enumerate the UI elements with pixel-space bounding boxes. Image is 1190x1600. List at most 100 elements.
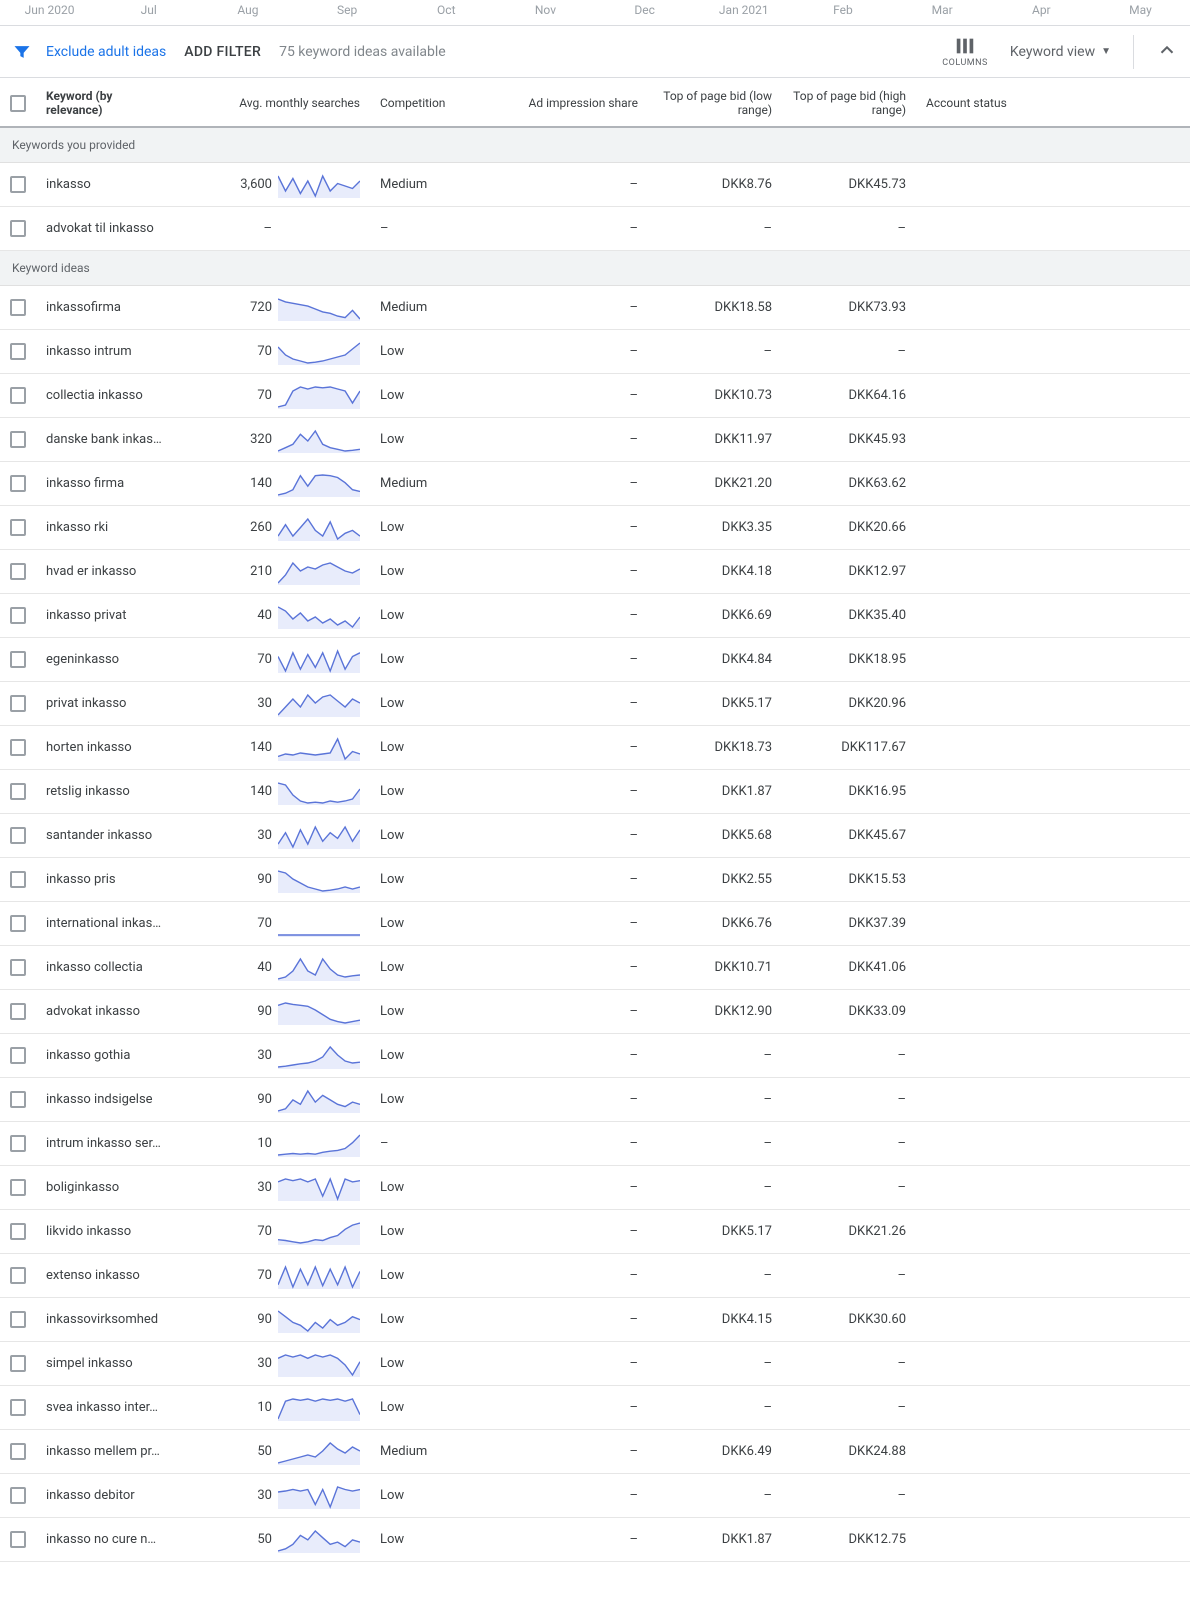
row-checkbox[interactable]: [10, 1355, 26, 1372]
col-impr-share[interactable]: Ad impression share: [508, 78, 648, 126]
columns-button[interactable]: COLUMNS: [942, 35, 988, 68]
table-row[interactable]: advokat til inkasso–––––: [0, 207, 1190, 251]
table-row[interactable]: extenso inkasso70Low–––: [0, 1254, 1190, 1298]
col-bid-high[interactable]: Top of page bid (high range): [782, 78, 916, 126]
row-checkbox[interactable]: [10, 1487, 26, 1504]
row-checkbox[interactable]: [10, 607, 26, 624]
table-row[interactable]: inkassovirksomhed90Low–DKK4.15DKK30.60: [0, 1298, 1190, 1342]
col-account-status[interactable]: Account status: [916, 78, 1190, 126]
competition-cell: Medium: [370, 476, 508, 491]
row-checkbox[interactable]: [10, 475, 26, 492]
row-checkbox[interactable]: [10, 1399, 26, 1416]
impr-cell: –: [508, 1004, 648, 1019]
searches-cell: 210: [176, 559, 370, 585]
table-row[interactable]: santander inkasso30Low–DKK5.68DKK45.67: [0, 814, 1190, 858]
table-row[interactable]: collectia inkasso70Low–DKK10.73DKK64.16: [0, 374, 1190, 418]
col-competition[interactable]: Competition: [370, 78, 508, 126]
exclude-adult-link[interactable]: Exclude adult ideas: [46, 44, 166, 60]
row-checkbox[interactable]: [10, 1443, 26, 1460]
table-row[interactable]: privat inkasso30Low–DKK5.17DKK20.96: [0, 682, 1190, 726]
sparkline: [278, 1175, 360, 1201]
bid-high-cell: DKK37.39: [782, 916, 916, 931]
keyword-cell: inkasso privat: [36, 608, 176, 623]
row-checkbox[interactable]: [10, 1091, 26, 1108]
table-row[interactable]: simpel inkasso30Low–––: [0, 1342, 1190, 1386]
table-row[interactable]: inkasso privat40Low–DKK6.69DKK35.40: [0, 594, 1190, 638]
row-checkbox[interactable]: [10, 299, 26, 316]
impr-cell: –: [508, 388, 648, 403]
keyword-cell: extenso inkasso: [36, 1268, 176, 1283]
row-checkbox[interactable]: [10, 220, 26, 237]
table-row[interactable]: international inkas…70Low–DKK6.76DKK37.3…: [0, 902, 1190, 946]
table-row[interactable]: inkasso firma140Medium–DKK21.20DKK63.62: [0, 462, 1190, 506]
row-checkbox[interactable]: [10, 871, 26, 888]
searches-cell: 70: [176, 339, 370, 365]
bid-high-cell: DKK45.73: [782, 177, 916, 192]
keyword-cell: simpel inkasso: [36, 1356, 176, 1371]
row-checkbox[interactable]: [10, 519, 26, 536]
row-checkbox[interactable]: [10, 783, 26, 800]
table-row[interactable]: inkasso gothia30Low–––: [0, 1034, 1190, 1078]
table-row[interactable]: inkasso3,600Medium–DKK8.76DKK45.73: [0, 163, 1190, 207]
competition-cell: Low: [370, 740, 508, 755]
table-row[interactable]: inkasso rki260Low–DKK3.35DKK20.66: [0, 506, 1190, 550]
competition-cell: Low: [370, 1224, 508, 1239]
row-checkbox[interactable]: [10, 827, 26, 844]
add-filter-button[interactable]: ADD FILTER: [184, 44, 261, 60]
table-row[interactable]: danske bank inkas…320Low–DKK11.97DKK45.9…: [0, 418, 1190, 462]
table-row[interactable]: inkasso pris90Low–DKK2.55DKK15.53: [0, 858, 1190, 902]
row-checkbox[interactable]: [10, 695, 26, 712]
keyword-view-dropdown[interactable]: Keyword view ▼: [1010, 44, 1111, 60]
row-checkbox[interactable]: [10, 431, 26, 448]
row-checkbox[interactable]: [10, 387, 26, 404]
row-checkbox[interactable]: [10, 1311, 26, 1328]
searches-cell: –: [176, 216, 370, 242]
row-checkbox[interactable]: [10, 739, 26, 756]
row-checkbox[interactable]: [10, 1179, 26, 1196]
competition-cell: Medium: [370, 177, 508, 192]
filter-icon[interactable]: [12, 42, 32, 62]
table-row[interactable]: inkasso mellem pr…50Medium–DKK6.49DKK24.…: [0, 1430, 1190, 1474]
table-row[interactable]: intrum inkasso ser…10––––: [0, 1122, 1190, 1166]
row-checkbox[interactable]: [10, 343, 26, 360]
searches-cell: 320: [176, 427, 370, 453]
competition-cell: Medium: [370, 300, 508, 315]
table-row[interactable]: inkassofirma720Medium–DKK18.58DKK73.93: [0, 286, 1190, 330]
bid-low-cell: –: [648, 1092, 782, 1107]
row-checkbox[interactable]: [10, 1223, 26, 1240]
table-row[interactable]: svea inkasso inter…10Low–––: [0, 1386, 1190, 1430]
table-row[interactable]: inkasso collectia40Low–DKK10.71DKK41.06: [0, 946, 1190, 990]
table-row[interactable]: inkasso indsigelse90Low–––: [0, 1078, 1190, 1122]
collapse-button[interactable]: [1156, 39, 1178, 65]
row-checkbox[interactable]: [10, 176, 26, 193]
row-checkbox[interactable]: [10, 1047, 26, 1064]
row-checkbox[interactable]: [10, 1267, 26, 1284]
searches-cell: 90: [176, 999, 370, 1025]
table-row[interactable]: horten inkasso140Low–DKK18.73DKK117.67: [0, 726, 1190, 770]
table-row[interactable]: inkasso no cure n…50Low–DKK1.87DKK12.75: [0, 1518, 1190, 1562]
table-row[interactable]: likvido inkasso70Low–DKK5.17DKK21.26: [0, 1210, 1190, 1254]
row-checkbox[interactable]: [10, 959, 26, 976]
bid-high-cell: DKK64.16: [782, 388, 916, 403]
table-row[interactable]: inkasso intrum70Low–––: [0, 330, 1190, 374]
table-row[interactable]: inkasso debitor30Low–––: [0, 1474, 1190, 1518]
row-checkbox[interactable]: [10, 1003, 26, 1020]
table-row[interactable]: retslig inkasso140Low–DKK1.87DKK16.95: [0, 770, 1190, 814]
competition-cell: Low: [370, 1092, 508, 1107]
table-row[interactable]: hvad er inkasso210Low–DKK4.18DKK12.97: [0, 550, 1190, 594]
row-checkbox[interactable]: [10, 915, 26, 932]
impr-cell: –: [508, 476, 648, 491]
bid-high-cell: DKK21.26: [782, 1224, 916, 1239]
row-checkbox[interactable]: [10, 1531, 26, 1548]
col-keyword[interactable]: Keyword (by relevance): [36, 78, 176, 126]
impr-cell: –: [508, 1400, 648, 1415]
table-row[interactable]: egeninkasso70Low–DKK4.84DKK18.95: [0, 638, 1190, 682]
row-checkbox[interactable]: [10, 563, 26, 580]
col-searches[interactable]: Avg. monthly searches: [176, 78, 370, 126]
table-row[interactable]: advokat inkasso90Low–DKK12.90DKK33.09: [0, 990, 1190, 1034]
row-checkbox[interactable]: [10, 651, 26, 668]
select-all-checkbox[interactable]: [10, 95, 26, 112]
col-bid-low[interactable]: Top of page bid (low range): [648, 78, 782, 126]
table-row[interactable]: boliginkasso30Low–––: [0, 1166, 1190, 1210]
row-checkbox[interactable]: [10, 1135, 26, 1152]
